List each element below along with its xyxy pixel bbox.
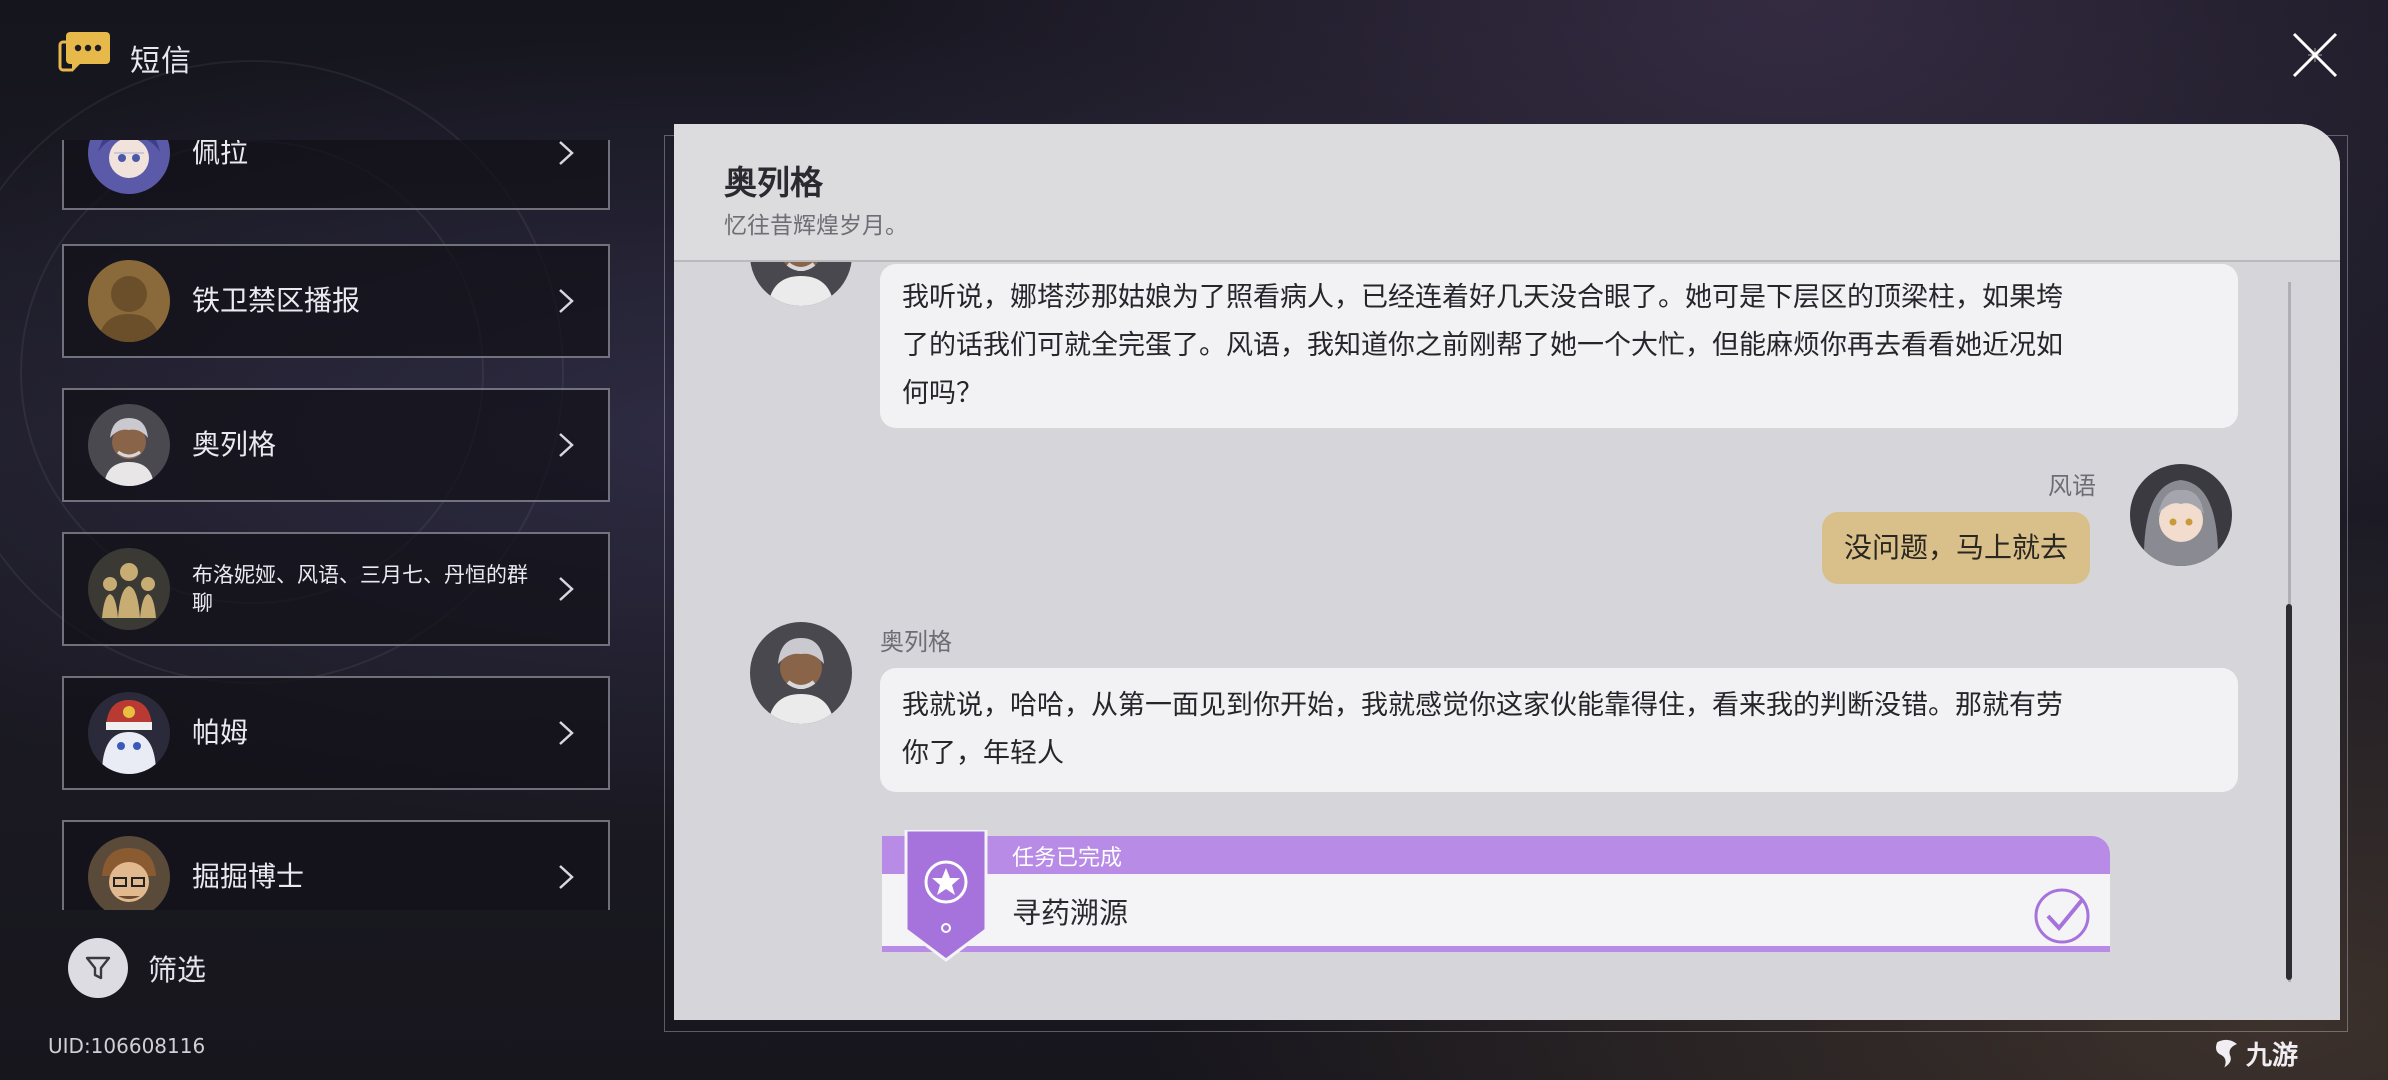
pela-avatar bbox=[88, 140, 170, 194]
mission-status: 任务已完成 bbox=[1012, 846, 1123, 871]
filter-label: 筛选 bbox=[148, 953, 207, 987]
chat-contact-signature: 忆往昔辉煌岁月。 bbox=[724, 213, 908, 239]
message-bubble: 我听说，娜塔莎那姑娘为了照看病人，已经连着好几天没合眼了。她可是下层区的顶梁柱，… bbox=[880, 264, 2238, 428]
chevron-right-icon bbox=[559, 865, 574, 889]
contact-name: 铁卫禁区播报 bbox=[192, 284, 361, 318]
chevron-right-icon bbox=[559, 433, 574, 457]
chevron-right-icon bbox=[559, 577, 574, 601]
watermark-icon bbox=[2216, 1039, 2237, 1068]
contact-name: 掘掘博士 bbox=[192, 860, 305, 894]
chat-header-cover: 奥列格 忆往昔辉煌岁月。 bbox=[674, 124, 2340, 262]
chevron-right-icon bbox=[559, 289, 574, 313]
message-line: 你了，年轻人 bbox=[902, 738, 1064, 769]
message-sender-me: 风语 bbox=[2048, 472, 2096, 500]
scrollbar-thumb[interactable] bbox=[2286, 604, 2292, 980]
chevron-right-icon bbox=[559, 721, 574, 745]
message-line: 了的话我们可就全完蛋了。风语，我知道你之前刚帮了她一个大忙，但能麻烦你再去看看她… bbox=[902, 330, 2063, 361]
chevron-right-icon bbox=[559, 141, 574, 165]
message-icon bbox=[58, 32, 110, 72]
message-bubble-me: 没问题，马上就去 bbox=[1822, 512, 2091, 584]
oleg-message-avatar bbox=[750, 622, 852, 724]
chat-panel[interactable]: 奥列格 忆往昔辉煌岁月。 我听说，娜塔莎那姑娘为了照看病人，已经连着好几天没合眼… bbox=[674, 124, 2340, 1020]
dr-dig-avatar bbox=[88, 836, 170, 910]
contact-name: 布洛妮娅、风语、三月七、丹恒的群聊 bbox=[192, 562, 528, 615]
contact-item-oleg[interactable]: 奥列格 bbox=[62, 388, 610, 502]
mission-card[interactable]: 任务已完成 寻药溯源 bbox=[882, 830, 2110, 962]
fengyu-avatar bbox=[2130, 464, 2232, 566]
mission-star-badge-icon bbox=[904, 830, 988, 962]
contact-item-pom-pom[interactable]: 帕姆 bbox=[62, 676, 610, 790]
pom-pom-avatar bbox=[88, 692, 170, 774]
group-avatar bbox=[88, 548, 170, 630]
contact-item-broadcast[interactable]: 铁卫禁区播报 bbox=[62, 244, 610, 358]
chat-contact-name: 奥列格 bbox=[724, 163, 823, 202]
filter-button[interactable]: 筛选 bbox=[68, 938, 206, 998]
contact-name: 奥列格 bbox=[192, 428, 277, 462]
silhouette-avatar bbox=[88, 260, 170, 342]
mission-title: 寻药溯源 bbox=[1012, 896, 1129, 930]
message-bubble: 我就说，哈哈，从第一面见到你开始，我就感觉你这家伙能靠得住，看来我的判断没错。那… bbox=[880, 668, 2238, 792]
message-line: 我听说，娜塔莎那姑娘为了照看病人，已经连着好几天没合眼了。她可是下层区的顶梁柱，… bbox=[902, 282, 2063, 313]
mission-card-underline bbox=[882, 946, 2110, 952]
watermark-logo: 九游 bbox=[2210, 1032, 2360, 1074]
message-line: 何吗？ bbox=[902, 378, 983, 409]
contact-item-group-chat[interactable]: 布洛妮娅、风语、三月七、丹恒的群聊 bbox=[62, 532, 610, 646]
check-circle-icon bbox=[2034, 888, 2090, 944]
uid-label: UID:106608116 bbox=[48, 1034, 206, 1058]
filter-icon bbox=[68, 938, 128, 998]
contact-item-pela[interactable]: 佩拉 bbox=[62, 140, 610, 210]
contact-name: 佩拉 bbox=[192, 140, 249, 170]
contact-item-dr-dig[interactable]: 掘掘博士 bbox=[62, 820, 610, 910]
message-line: 我就说，哈哈，从第一面见到你开始，我就感觉你这家伙能靠得住，看来我的判断没错。那… bbox=[902, 690, 2063, 721]
message-sender: 奥列格 bbox=[880, 628, 952, 656]
watermark-text: 九游 bbox=[2246, 1040, 2299, 1071]
contact-list[interactable]: 佩拉 铁卫禁区播报 奥列格 布洛妮娅、风语、三月七、丹恒的群聊 帕姆 掘掘博士 bbox=[62, 140, 614, 910]
close-icon[interactable] bbox=[2290, 30, 2340, 80]
oleg-avatar bbox=[88, 404, 170, 486]
app-title: 短信 bbox=[130, 44, 192, 79]
contact-name: 帕姆 bbox=[192, 716, 249, 750]
